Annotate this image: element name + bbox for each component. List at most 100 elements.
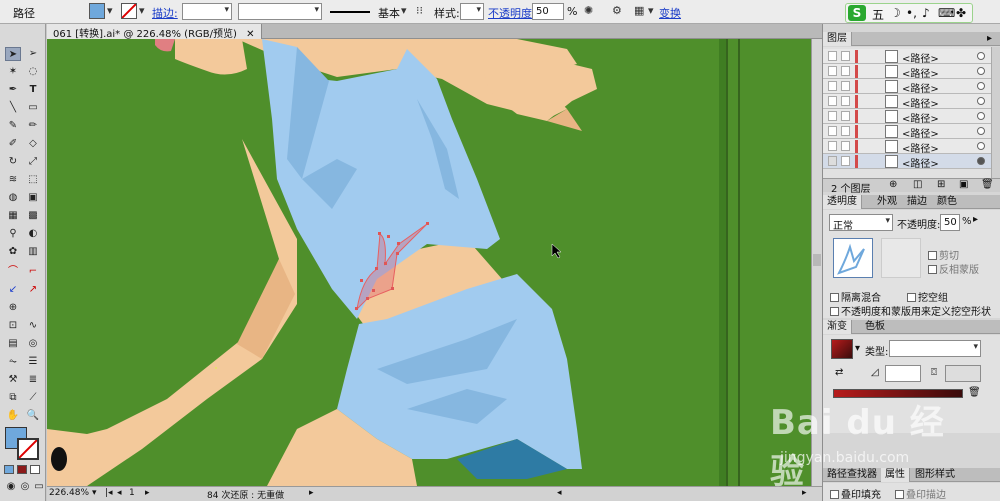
chevron-down-icon[interactable]: ▾ <box>139 4 145 17</box>
width-tool-icon[interactable]: ↗ <box>25 283 41 297</box>
mesh-icon[interactable]: ▩ <box>25 209 41 223</box>
artboard-icon[interactable]: ⊡ <box>5 319 21 333</box>
tab-appearance[interactable]: 外观 <box>873 195 901 209</box>
page-number[interactable]: 1 <box>129 488 135 498</box>
hand-tool-icon[interactable]: ✋ <box>5 409 21 423</box>
stack-icon[interactable]: ≣ <box>25 373 41 387</box>
selection-tool-icon[interactable]: ➤ <box>5 47 21 61</box>
rectangle-tool-icon[interactable]: ▭ <box>25 101 41 115</box>
free-transform-icon[interactable]: ⬚ <box>25 173 41 187</box>
anchor-add-icon[interactable]: ⌒ <box>5 265 21 279</box>
tab-layers[interactable]: 图层 <box>823 32 852 46</box>
stroke-link[interactable]: 描边: <box>152 5 178 21</box>
tab-graphic-styles[interactable]: 图形样式 <box>911 468 959 482</box>
layer-row[interactable]: <路径> <box>823 124 991 140</box>
knockout-group-checkbox[interactable] <box>907 293 916 302</box>
gradient-tool-icon[interactable]: ▤ <box>5 337 21 351</box>
target-icon[interactable] <box>977 52 985 60</box>
tab-color[interactable]: 颜色 <box>933 195 961 209</box>
overprint-fill-checkbox[interactable] <box>830 490 839 499</box>
style-dropdown[interactable]: ▾ <box>460 3 484 20</box>
crosshair-icon[interactable]: ⊕ <box>5 301 21 315</box>
target-icon[interactable] <box>977 82 985 90</box>
layer-row[interactable]: <路径> <box>823 109 991 125</box>
curve-icon[interactable]: ↙ <box>5 283 21 297</box>
overprint-stroke-checkbox[interactable] <box>895 490 904 499</box>
gradient-slider[interactable] <box>833 389 963 398</box>
symbol-sprayer-icon[interactable]: ✿ <box>5 245 21 259</box>
gear-icon[interactable]: ⚙ <box>612 4 622 17</box>
target-icon[interactable] <box>977 157 985 165</box>
fill-swatch[interactable] <box>89 3 105 19</box>
tab-stroke[interactable]: 描边 <box>903 195 931 209</box>
crop-icon[interactable]: ⧉ <box>5 391 21 405</box>
pen-tool-icon[interactable]: ✒ <box>5 83 21 97</box>
shape-builder-icon[interactable]: ◍ <box>5 191 21 205</box>
line-tool-icon[interactable]: ╲ <box>5 101 21 115</box>
keyboard-icon[interactable]: ⌨ <box>938 6 955 20</box>
isolate-blending-checkbox[interactable] <box>830 293 839 302</box>
screen-mode-icon[interactable]: ▭ <box>31 480 47 494</box>
angle-input[interactable] <box>885 365 921 382</box>
eyedropper-icon[interactable]: ⚲ <box>5 227 21 241</box>
lasso-icon[interactable]: ◌ <box>25 65 41 79</box>
ime-mode[interactable]: 五 <box>872 6 884 23</box>
target-icon[interactable] <box>977 127 985 135</box>
eraser-icon[interactable]: ◇ <box>25 137 41 151</box>
trash-icon[interactable]: 🗑 <box>968 387 981 398</box>
layer-row[interactable]: <路径> <box>823 49 991 65</box>
slice-icon[interactable]: ∿ <box>25 319 41 333</box>
opacity-thumbnail[interactable] <box>833 238 873 278</box>
chevron-down-icon[interactable]: ▾ <box>107 4 113 17</box>
tab-transparency[interactable]: 透明度 <box>823 195 862 209</box>
zoom-tool-icon[interactable]: 🔍 <box>25 409 41 423</box>
layers-scrollbar[interactable] <box>991 47 1000 192</box>
blend-icon[interactable]: ◐ <box>25 227 41 241</box>
gradient-mode-button[interactable] <box>17 465 27 474</box>
knife-icon[interactable]: ⟋ <box>25 391 41 405</box>
tab-pathfinder[interactable]: 路径查找器 <box>823 468 881 482</box>
sogou-logo-icon[interactable]: S <box>848 5 866 21</box>
layer-row[interactable]: <路径> <box>823 139 991 155</box>
punctuation-icon[interactable]: •, <box>906 6 917 20</box>
column-graph-icon[interactable]: ▥ <box>25 245 41 259</box>
tab-swatches[interactable]: 色板 <box>861 320 889 334</box>
new-sublayer-icon[interactable]: ⊞ <box>937 179 945 190</box>
paintbrush-icon[interactable]: ✎ <box>5 119 21 133</box>
layer-row[interactable]: <路径> <box>823 64 991 80</box>
gradient-type-dropdown[interactable]: ▾ <box>889 340 981 357</box>
chevron-down-icon[interactable]: ▾ <box>401 4 407 17</box>
target-icon[interactable] <box>977 142 985 150</box>
transform-link[interactable]: 变换 <box>659 5 681 21</box>
next-page-icon[interactable]: ▸ <box>145 488 150 498</box>
mic-icon[interactable]: ♪ <box>922 6 930 20</box>
zoom-level[interactable]: 226.48% <box>49 488 89 498</box>
live-paint-icon[interactable]: ▣ <box>25 191 41 205</box>
document-tab[interactable]: 061 [转换].ai* @ 226.48% (RGB/预览) ✕ <box>47 24 262 40</box>
make-clip-mask-icon[interactable]: ◫ <box>913 179 922 190</box>
recolor-icon[interactable]: ✺ <box>584 4 593 17</box>
status-menu-icon[interactable]: ▸ <box>309 488 314 498</box>
warp-icon[interactable]: ≋ <box>5 173 21 187</box>
artboard-canvas[interactable] <box>47 39 811 486</box>
scroll-left-icon[interactable]: ◂ <box>557 488 562 498</box>
chevron-down-icon[interactable]: ▾ <box>92 488 97 498</box>
layer-row[interactable]: <路径> <box>823 94 991 110</box>
stroke-color-box[interactable] <box>17 438 39 460</box>
target-icon[interactable] <box>977 112 985 120</box>
chevron-right-icon[interactable]: ▸ <box>973 214 978 225</box>
layer-row-selected[interactable]: <路径> <box>823 154 991 170</box>
stroke-swatch[interactable] <box>121 3 137 19</box>
scrollbar-thumb[interactable] <box>813 254 821 266</box>
target-icon[interactable] <box>977 97 985 105</box>
variable-width-dropdown[interactable]: ▾ <box>238 3 322 20</box>
mask-thumbnail[interactable] <box>881 238 921 278</box>
graphic-style-icon[interactable]: ⁝⁝ <box>416 4 423 17</box>
prev-page-icon[interactable]: ◂ <box>117 488 122 498</box>
aspect-input[interactable] <box>945 365 981 382</box>
locate-object-icon[interactable]: ⊕ <box>889 179 897 190</box>
moon-icon[interactable]: ☽ <box>890 6 901 20</box>
measure-icon[interactable]: ⚒ <box>5 373 21 387</box>
blob-brush-icon[interactable]: ✐ <box>5 137 21 151</box>
perspective-icon[interactable]: ▦ <box>5 209 21 223</box>
